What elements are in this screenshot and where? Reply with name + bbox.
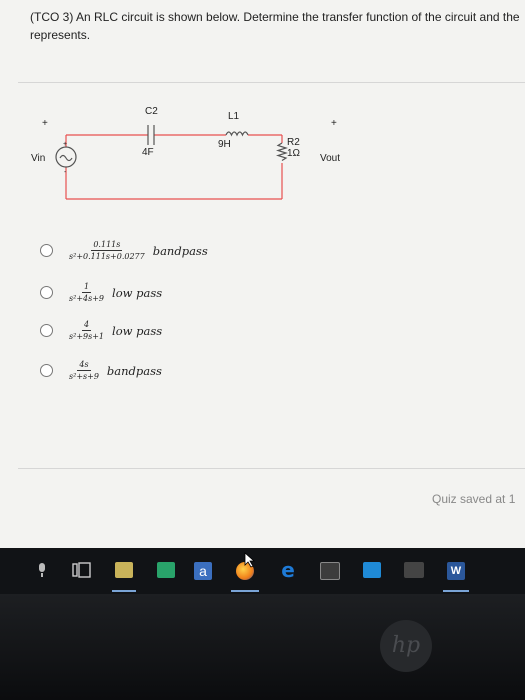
inductor-name: L1 (228, 111, 240, 122)
transfer-fraction-1: 0.111s s²+0.111s+0.0277 (67, 240, 147, 261)
question-line-2: represents. (30, 28, 91, 42)
question-text: (TCO 3) An RLC circuit is shown below. D… (30, 8, 525, 44)
divider-top (18, 82, 525, 83)
radio-option-2[interactable] (40, 286, 53, 299)
quiz-screen: (TCO 3) An RLC circuit is shown below. D… (0, 0, 525, 548)
fraction-numerator: 4 (81, 320, 92, 331)
inductor-coil (225, 131, 249, 137)
active-indicator (231, 590, 259, 592)
quiz-saved-status: Quiz saved at 1 (432, 492, 516, 506)
hp-logo: hp (380, 620, 432, 672)
fraction-denominator: s²+s+9 (69, 372, 99, 381)
question-line-1: (TCO 3) An RLC circuit is shown below. D… (30, 10, 520, 24)
source-plus: + (63, 141, 67, 148)
vout-label: Vout (320, 153, 340, 164)
answer-option-3[interactable]: 4 s²+9s+1 low pass (40, 320, 162, 341)
edge-browser-icon[interactable]: e (279, 560, 297, 580)
mail-icon[interactable]: a (194, 562, 212, 580)
answer-option-2[interactable]: 1 s²+4s+9 low pass (40, 282, 162, 303)
mouse-cursor-icon (244, 552, 256, 568)
fraction-denominator: s²+0.111s+0.0277 (69, 252, 145, 261)
sine-wave-icon (59, 154, 73, 162)
task-view-icon[interactable] (72, 562, 92, 578)
store-bag-icon[interactable] (320, 562, 340, 580)
vin-label: Vin (31, 153, 45, 164)
capacitor-name: C2 (145, 106, 158, 117)
plus-right: + (331, 118, 337, 129)
answer-option-1[interactable]: 0.111s s²+0.111s+0.0277 bandpass (40, 240, 208, 261)
fraction-numerator: 0.111s (91, 240, 123, 251)
fraction-numerator: 1 (81, 282, 92, 293)
active-indicator (112, 590, 136, 592)
radio-option-1[interactable] (40, 244, 53, 257)
transfer-fraction-2: 1 s²+4s+9 (67, 282, 106, 303)
word-icon[interactable]: W (447, 562, 465, 580)
answer-option-4[interactable]: 4s s²+s+9 bandpass (40, 360, 162, 381)
plus-left: + (42, 118, 48, 129)
divider-bottom (18, 468, 525, 469)
file-explorer-icon[interactable] (115, 562, 133, 578)
laptop-bezel: hp (0, 594, 525, 700)
inductor-value: 9H (218, 139, 231, 150)
resistor-zigzag (275, 142, 289, 162)
capacitor-value: 4F (142, 147, 154, 158)
microphone-icon[interactable] (36, 562, 48, 578)
windows-taskbar: a e W (0, 548, 525, 594)
fraction-denominator: s²+9s+1 (69, 332, 105, 341)
store-icon[interactable] (157, 562, 175, 578)
filter-type-label: low pass (112, 323, 163, 338)
transfer-fraction-4: 4s s²+s+9 (67, 360, 101, 381)
fraction-numerator: 4s (77, 360, 91, 371)
rlc-circuit-diagram: + + Vin Vout C2 4F L1 9H R2 1Ω + - (31, 106, 340, 200)
filter-type-label: low pass (112, 285, 163, 300)
resistor-name: R2 (287, 137, 300, 148)
transfer-fraction-3: 4 s²+9s+1 (67, 320, 106, 341)
filter-type-label: bandpass (106, 363, 162, 378)
radio-option-4[interactable] (40, 364, 53, 377)
radio-option-3[interactable] (40, 324, 53, 337)
fraction-denominator: s²+4s+9 (69, 294, 105, 303)
photos-icon[interactable] (363, 562, 381, 578)
resistor-value: 1Ω (287, 148, 301, 159)
active-indicator (443, 590, 469, 592)
sticky-notes-icon[interactable] (404, 562, 424, 578)
filter-type-label: bandpass (152, 243, 208, 258)
